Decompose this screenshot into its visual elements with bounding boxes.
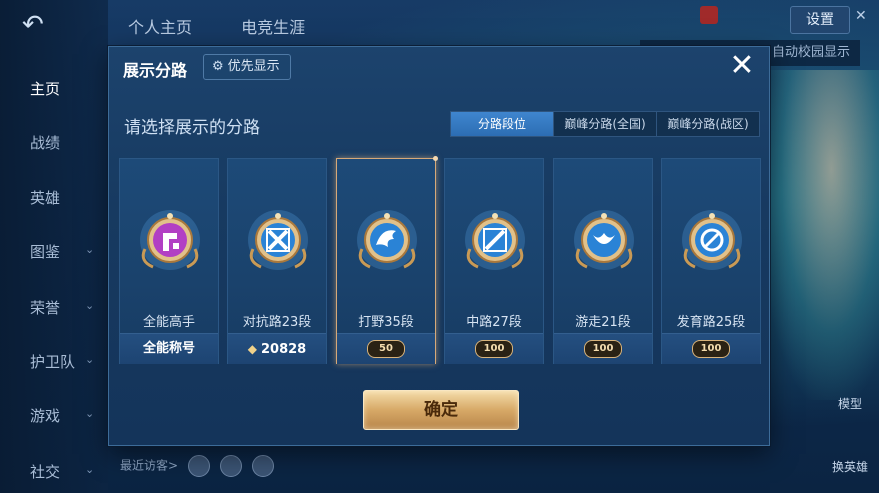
lane-display-modal: 展示分路 ⚙ 优先显示 ✕ 请选择展示的分路 分路段位 巅峰分路(全国) 巅峰分路… bbox=[108, 46, 770, 446]
lane-card[interactable]: 全能高手 全能称号 bbox=[119, 158, 219, 364]
sidebar-item[interactable]: 英雄 bbox=[0, 181, 100, 211]
recent-visitors-bar: 最近访客> bbox=[120, 455, 274, 477]
sidebar-item[interactable]: 社交 ⌄ bbox=[0, 455, 100, 485]
star-count-badge: 100 bbox=[584, 340, 622, 358]
lane-card[interactable]: 打野35段 50 bbox=[336, 156, 438, 364]
tab-lane-rank[interactable]: 分路段位 bbox=[451, 112, 554, 136]
sidebar-item-label: 游戏 bbox=[30, 407, 61, 425]
modal-header: 展示分路 ⚙ 优先显示 ✕ bbox=[109, 47, 769, 87]
tab-peak-national[interactable]: 巅峰分路(全国) bbox=[554, 112, 657, 136]
chevron-down-icon: ⌄ bbox=[85, 299, 95, 312]
sidebar-item[interactable]: 荣誉 ⌄ bbox=[0, 291, 100, 321]
activity-icon[interactable] bbox=[700, 6, 718, 24]
tab-peak-region[interactable]: 巅峰分路(战区) bbox=[657, 112, 759, 136]
sidebar-item[interactable]: 护卫队 ⌄ bbox=[0, 345, 100, 375]
chevron-down-icon: ⌄ bbox=[85, 353, 95, 366]
tab-profile[interactable]: 个人主页 bbox=[128, 18, 192, 37]
lane-card[interactable]: 游走21段 100 bbox=[553, 158, 653, 364]
chevron-down-icon: ⌄ bbox=[85, 463, 95, 476]
model-button[interactable]: 模型 bbox=[826, 395, 874, 412]
points-icon: ◆ bbox=[247, 342, 257, 356]
hero-portrait bbox=[760, 70, 879, 400]
sidebar-item[interactable]: 主页 bbox=[0, 72, 100, 102]
close-small-icon[interactable]: ✕ bbox=[855, 8, 867, 24]
lane-card-label: 游走21段 bbox=[575, 315, 631, 330]
sidebar-item[interactable]: 游戏 ⌄ bbox=[0, 399, 100, 429]
close-icon[interactable]: ✕ bbox=[727, 51, 757, 81]
modal-subtitle: 请选择展示的分路 bbox=[124, 118, 260, 138]
lane-card-footer: ◆ 20828 bbox=[228, 333, 326, 364]
chevron-down-icon: ⌄ bbox=[85, 407, 95, 420]
recent-visitors-label[interactable]: 最近访客> bbox=[120, 459, 178, 473]
back-arrow-icon[interactable]: ↶ bbox=[22, 12, 74, 38]
jungle-badge-icon bbox=[356, 209, 418, 275]
roam-badge-icon bbox=[573, 209, 635, 275]
lane-card-footer: 100 bbox=[445, 333, 543, 364]
tab-esports[interactable]: 电竞生涯 bbox=[241, 18, 305, 37]
star-count-badge: 100 bbox=[475, 340, 513, 358]
farm-lane-badge-icon bbox=[681, 209, 743, 275]
lane-card[interactable]: 中路27段 100 bbox=[444, 158, 544, 364]
lane-card-footer: 100 bbox=[662, 333, 760, 364]
lane-card-label: 打野35段 bbox=[358, 315, 414, 330]
segment-tabs: 分路段位 巅峰分路(全国) 巅峰分路(战区) bbox=[450, 111, 760, 137]
all-round-badge-icon bbox=[139, 209, 201, 275]
gear-icon: ⚙ bbox=[212, 59, 224, 74]
visitor-avatar[interactable] bbox=[251, 455, 274, 477]
sidebar-item-label: 社交 bbox=[30, 463, 61, 481]
priority-display-button[interactable]: ⚙ 优先显示 bbox=[203, 54, 291, 80]
lane-card-footer: 50 bbox=[337, 333, 435, 364]
swap-hero-button[interactable]: 换英雄 bbox=[826, 458, 874, 475]
lane-card[interactable]: 发育路25段 100 bbox=[661, 158, 761, 364]
top-status-icons bbox=[700, 6, 780, 26]
lane-card-label: 对抗路23段 bbox=[242, 315, 312, 330]
chevron-down-icon: ⌄ bbox=[85, 243, 95, 256]
top-tabs: 个人主页 电竞生涯 bbox=[128, 14, 349, 38]
lane-card-footer: 100 bbox=[554, 333, 652, 364]
lane-card-footer: 全能称号 bbox=[120, 333, 218, 364]
lane-card-label: 发育路25段 bbox=[676, 315, 746, 330]
points-value: 20828 bbox=[261, 342, 307, 357]
sidebar-item-label: 战绩 bbox=[30, 134, 61, 152]
sidebar-item-label: 图鉴 bbox=[30, 243, 61, 261]
sidebar-item-label: 护卫队 bbox=[30, 353, 76, 371]
confirm-button[interactable]: 确定 bbox=[363, 390, 519, 430]
sidebar-item[interactable]: 战绩 bbox=[0, 126, 100, 156]
lane-card-label: 全能高手 bbox=[142, 315, 195, 330]
sidebar-item-label: 荣誉 bbox=[30, 299, 61, 317]
sidebar-item-label: 主页 bbox=[30, 80, 61, 98]
sidebar-item[interactable]: 图鉴 ⌄ bbox=[0, 235, 100, 265]
visitor-avatar[interactable] bbox=[219, 455, 242, 477]
star-count-badge: 50 bbox=[367, 340, 405, 358]
lane-card-label: 中路27段 bbox=[466, 315, 522, 330]
star-count-badge: 100 bbox=[692, 340, 730, 358]
priority-display-label: 优先显示 bbox=[227, 59, 280, 74]
modal-title: 展示分路 bbox=[123, 61, 188, 80]
settings-button[interactable]: 设置 bbox=[790, 6, 850, 34]
visitor-avatar[interactable] bbox=[187, 455, 210, 477]
sidebar-item-label: 英雄 bbox=[30, 189, 61, 207]
lane-card[interactable]: 对抗路23段 ◆ 20828 bbox=[227, 158, 327, 364]
mid-lane-badge-icon bbox=[464, 209, 526, 275]
clash-lane-badge-icon bbox=[247, 209, 309, 275]
